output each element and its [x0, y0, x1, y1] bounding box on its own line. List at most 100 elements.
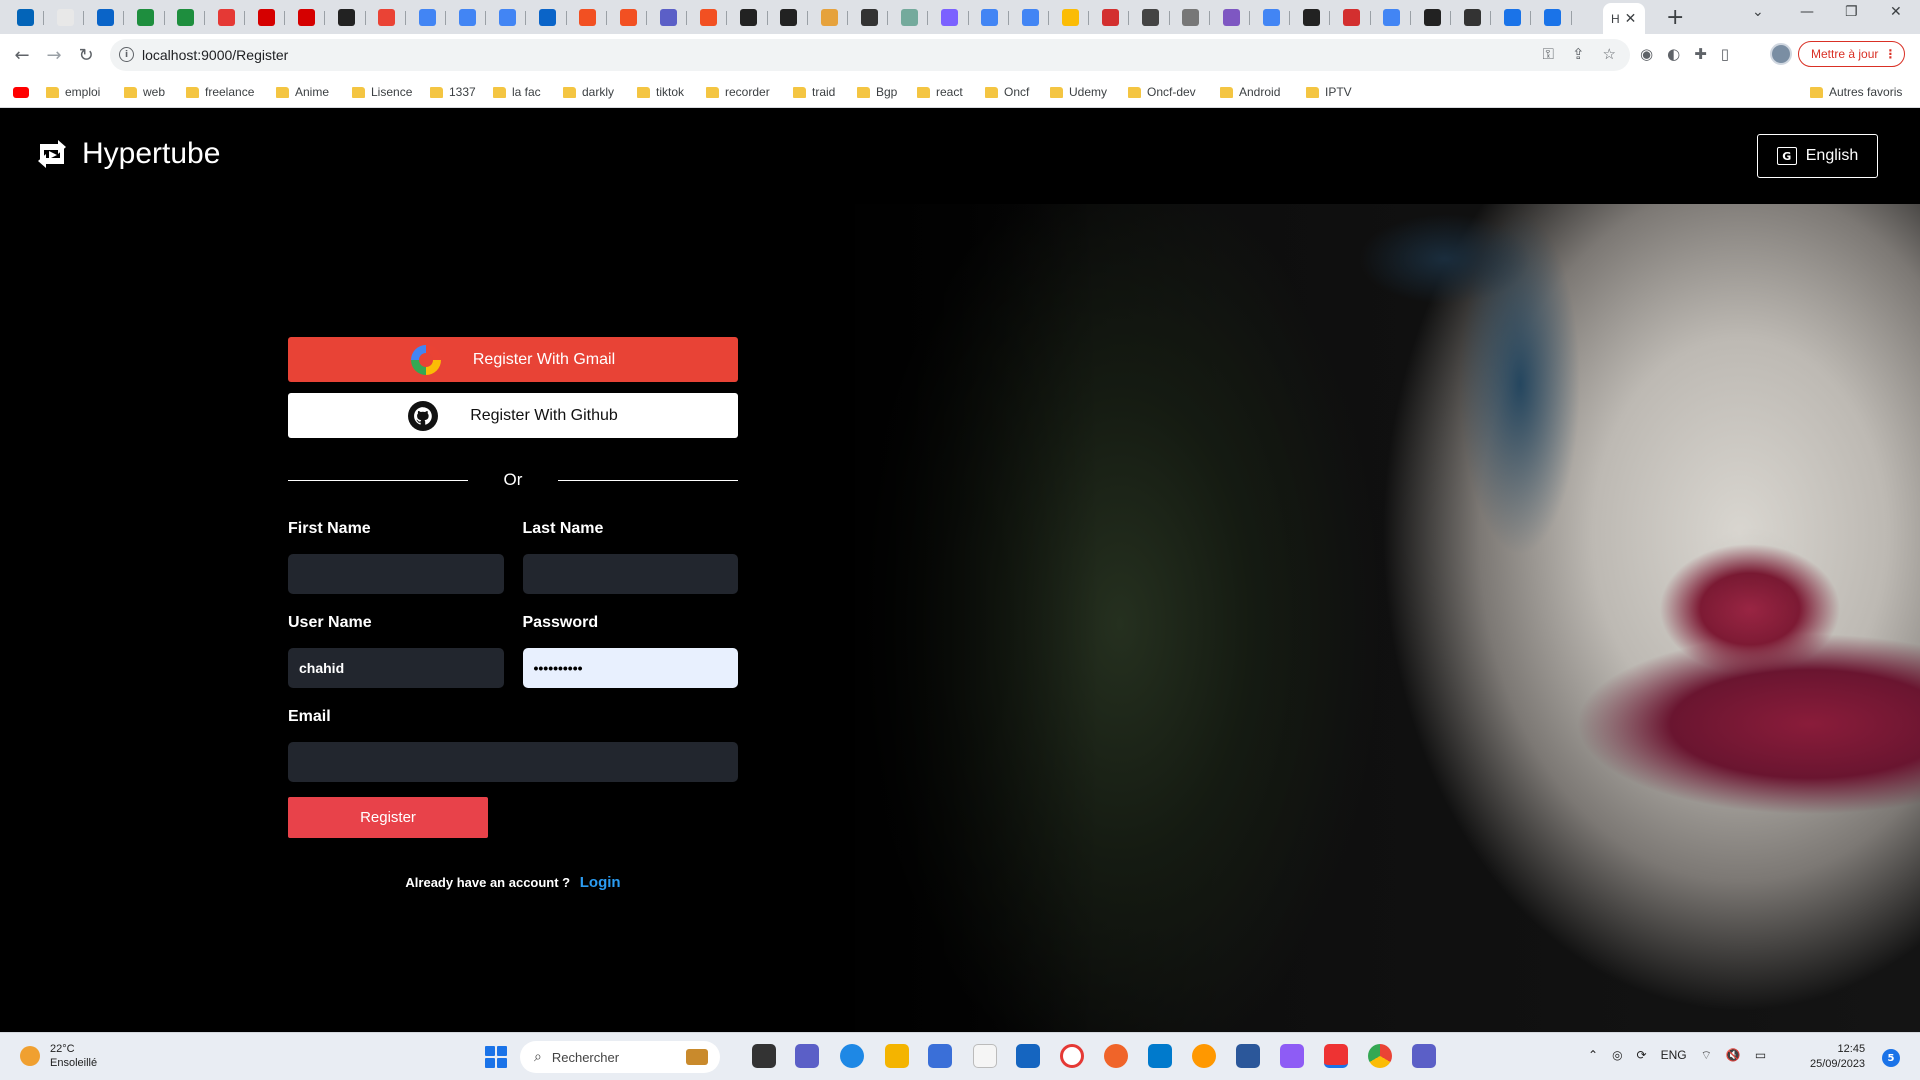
browser-tab[interactable] — [890, 4, 929, 30]
notepad-icon[interactable] — [973, 1044, 997, 1068]
task-view-icon[interactable] — [752, 1044, 776, 1068]
browser-tab[interactable] — [1493, 4, 1532, 30]
minimize-icon[interactable]: — — [1800, 4, 1814, 20]
youtube-bookmark[interactable] — [13, 82, 29, 102]
browser-tab[interactable] — [1212, 4, 1250, 30]
bookmark-oncf-dev[interactable]: Oncf-dev — [1128, 82, 1196, 102]
password-input[interactable] — [522, 648, 738, 688]
close-window-icon[interactable]: ✕ — [1890, 4, 1902, 20]
browser-tab[interactable] — [46, 4, 85, 30]
browser-tab[interactable] — [1373, 4, 1411, 30]
browser-tab[interactable] — [488, 4, 527, 30]
last-name-input[interactable] — [522, 554, 738, 594]
vscode-icon[interactable] — [1148, 1044, 1172, 1068]
browser-tab[interactable] — [649, 4, 688, 30]
browser-tab[interactable] — [1534, 4, 1572, 30]
browser-tab[interactable] — [207, 4, 245, 30]
wifi-icon[interactable]: ⌔ — [1701, 1048, 1712, 1063]
bookmark-star-icon[interactable]: ☆ — [1603, 45, 1616, 63]
browser-tab[interactable] — [1292, 4, 1331, 30]
taskbar-search[interactable]: ⌕ Rechercher — [520, 1041, 720, 1073]
teams-icon[interactable] — [1412, 1044, 1436, 1068]
tab-active[interactable]: H ✕ — [1603, 3, 1645, 34]
tray-app-icon[interactable]: ◎ — [1612, 1048, 1622, 1063]
browser-tab[interactable] — [448, 4, 487, 30]
bookmark-android[interactable]: Android — [1220, 82, 1280, 102]
browser-tab[interactable] — [529, 4, 567, 30]
bookmark-recorder[interactable]: recorder — [706, 82, 770, 102]
sync-icon[interactable]: ⟳ — [1637, 1048, 1647, 1063]
bookmark-bgp[interactable]: Bgp — [857, 82, 897, 102]
bookmark-darkly[interactable]: darkly — [563, 82, 614, 102]
bookmark-tiktok[interactable]: tiktok — [637, 82, 684, 102]
browser-tab[interactable] — [1132, 4, 1170, 30]
bookmark-lisence[interactable]: Lisence — [352, 82, 412, 102]
browser-tab[interactable] — [1453, 4, 1492, 30]
extension-icon[interactable]: ◐ — [1667, 45, 1680, 63]
browser-tab[interactable] — [287, 4, 326, 30]
browser-tab[interactable] — [408, 4, 446, 30]
battery-icon[interactable]: ▭ — [1755, 1048, 1766, 1063]
bookmark-anime[interactable]: Anime — [276, 82, 329, 102]
start-button-icon[interactable] — [485, 1046, 507, 1068]
update-button[interactable]: Mettre à jour ⋮ — [1798, 41, 1906, 67]
browser-tab[interactable] — [247, 4, 286, 30]
browser-tab[interactable] — [971, 4, 1009, 30]
site-info-icon[interactable]: i — [119, 47, 134, 62]
browser-tab[interactable] — [931, 4, 969, 30]
bookmark-la-fac[interactable]: la fac — [493, 82, 541, 102]
new-tab-icon[interactable]: + — [1666, 5, 1684, 30]
browser-tab[interactable] — [1252, 4, 1291, 30]
register-gmail-button[interactable]: Register With Gmail — [288, 337, 738, 382]
browser-tab[interactable] — [1051, 4, 1090, 30]
side-panel-icon[interactable]: ▯ — [1721, 45, 1729, 63]
clock[interactable]: 12:45 25/09/2023 — [1810, 1042, 1865, 1072]
other-bookmarks[interactable]: Autres favoris — [1810, 82, 1902, 102]
store-icon[interactable] — [928, 1044, 952, 1068]
brand[interactable]: Hypertube — [32, 134, 220, 174]
browser-tab[interactable] — [850, 4, 889, 30]
reload-icon[interactable]: ↻ — [72, 41, 100, 69]
browser-tab[interactable] — [1413, 4, 1451, 30]
bookmark-traid[interactable]: traid — [793, 82, 835, 102]
browser-tab[interactable] — [1091, 4, 1130, 30]
bookmark-oncf[interactable]: Oncf — [985, 82, 1029, 102]
browser-tab[interactable] — [810, 4, 848, 30]
login-link[interactable]: Login — [580, 874, 621, 891]
tab-close-icon[interactable]: ✕ — [1625, 10, 1637, 27]
postman-icon[interactable] — [1104, 1044, 1128, 1068]
app-icon[interactable] — [1192, 1044, 1216, 1068]
register-github-button[interactable]: Register With Github — [288, 393, 738, 438]
browser-tab[interactable] — [167, 4, 205, 30]
username-input[interactable] — [288, 648, 504, 688]
forward-icon[interactable]: → — [40, 41, 68, 69]
browser-tab[interactable] — [730, 4, 768, 30]
browser-tab[interactable] — [6, 4, 44, 30]
bookmark-udemy[interactable]: Udemy — [1050, 82, 1107, 102]
bookmark-emploi[interactable]: emploi — [46, 82, 100, 102]
profile-avatar[interactable] — [1770, 43, 1792, 65]
app-icon[interactable] — [1280, 1044, 1304, 1068]
volume-muted-icon[interactable]: 🔇 — [1726, 1048, 1741, 1063]
restore-icon[interactable]: ❐ — [1845, 4, 1858, 20]
address-bar[interactable]: i localhost:9000/Register ⚿ ⇪ ☆ — [110, 39, 1630, 71]
url-text[interactable]: localhost:9000/Register — [142, 47, 288, 63]
input-language[interactable]: ENG — [1661, 1048, 1687, 1063]
chevron-up-icon[interactable]: ⌃ — [1588, 1048, 1598, 1063]
browser-tab[interactable] — [609, 4, 647, 30]
back-icon[interactable]: ← — [8, 41, 36, 69]
word-icon[interactable] — [1236, 1044, 1260, 1068]
bookmark-web[interactable]: web — [124, 82, 165, 102]
bookmark-1337[interactable]: 1337 — [430, 82, 476, 102]
browser-tab[interactable] — [1011, 4, 1049, 30]
bookmark-react[interactable]: react — [917, 82, 963, 102]
bookmark-freelance[interactable]: freelance — [186, 82, 254, 102]
share-icon[interactable]: ⇪ — [1572, 45, 1585, 63]
edge-icon[interactable] — [840, 1044, 864, 1068]
browser-tab[interactable] — [689, 4, 728, 30]
browser-tab[interactable] — [770, 4, 808, 30]
register-button[interactable]: Register — [288, 797, 488, 838]
browser-tab[interactable] — [86, 4, 125, 30]
notification-badge[interactable]: 5 — [1882, 1049, 1900, 1067]
opera-icon[interactable] — [1060, 1044, 1084, 1068]
